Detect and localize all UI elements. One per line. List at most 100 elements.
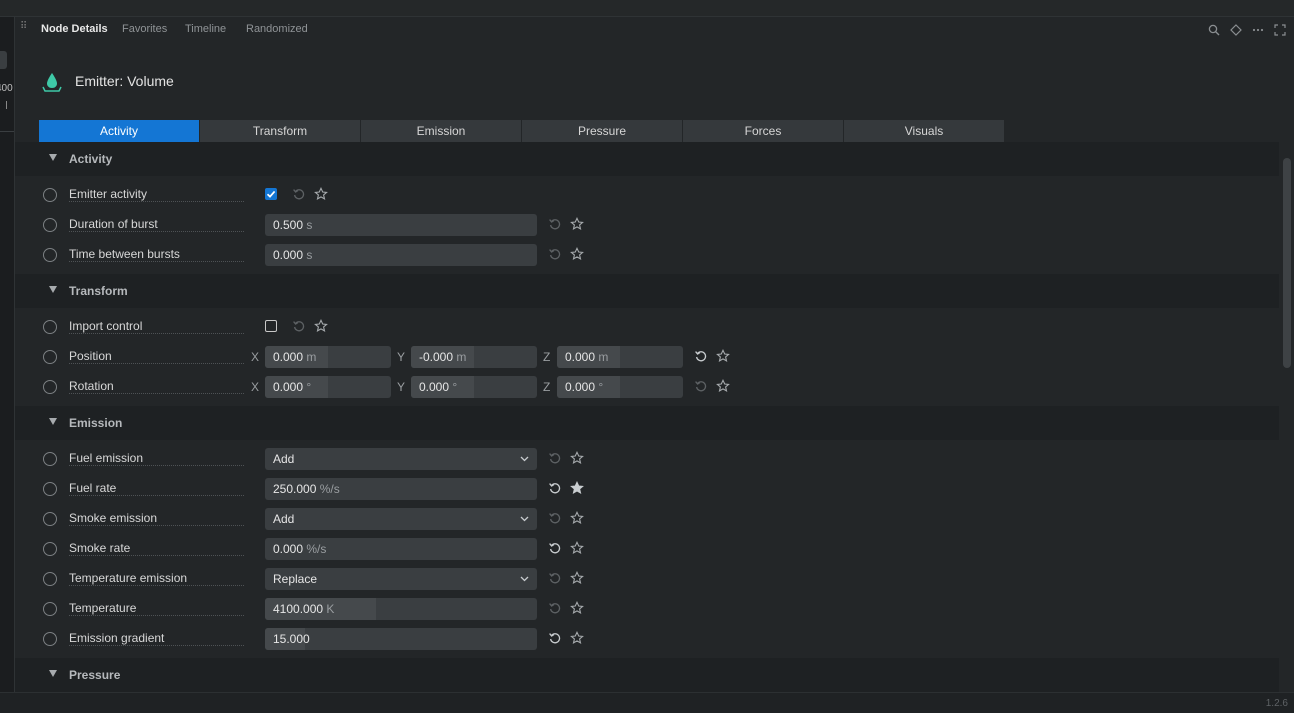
rotation-y-input[interactable]: 0.000 ° (411, 376, 537, 398)
keyframe-radio[interactable] (43, 350, 57, 364)
rotation-z-input[interactable]: 0.000 ° (557, 376, 683, 398)
dock-divider (0, 131, 14, 132)
property-row-position: Position X 0.000 m Y -0.000 m Z 0.000 m (15, 342, 1279, 372)
position-y-input[interactable]: -0.000 m (411, 346, 537, 368)
reset-icon[interactable] (548, 601, 562, 615)
reset-icon[interactable] (292, 319, 306, 333)
section-title: Pressure (69, 668, 121, 682)
rotation-x-input[interactable]: 0.000 ° (265, 376, 391, 398)
favorite-star-icon[interactable] (716, 349, 730, 363)
chevron-down-icon (520, 516, 529, 522)
keyframe-radio[interactable] (43, 320, 57, 334)
keyframe-diamond-icon[interactable] (1228, 22, 1244, 38)
reset-icon[interactable] (548, 217, 562, 231)
tab-pressure[interactable]: Pressure (522, 120, 682, 142)
keyframe-radio[interactable] (43, 602, 57, 616)
window-top-strip (0, 0, 1294, 17)
dock-value-fragment: 400 (0, 83, 13, 94)
section-header-activity[interactable]: Activity (15, 142, 1279, 176)
keyframe-radio[interactable] (43, 452, 57, 466)
import-control-checkbox[interactable] (265, 320, 277, 332)
panel-tab-timeline[interactable]: Timeline (185, 23, 226, 35)
node-title: Emitter: Volume (75, 73, 174, 89)
tab-activity[interactable]: Activity (39, 120, 199, 142)
scrollbar-thumb[interactable] (1283, 158, 1291, 368)
property-label: Import control (69, 319, 244, 334)
maximize-icon[interactable] (1272, 22, 1288, 38)
duration-of-burst-input[interactable]: 0.500 s (265, 214, 537, 236)
property-row-time-between-bursts: Time between bursts 0.000 s (15, 240, 1279, 270)
property-label: Fuel emission (69, 451, 244, 466)
keyframe-radio[interactable] (43, 512, 57, 526)
fuel-rate-input[interactable]: 250.000 %/s (265, 478, 537, 500)
favorite-star-icon[interactable] (570, 451, 584, 465)
panel-tab-node-details[interactable]: Node Details (41, 23, 108, 35)
keyframe-radio[interactable] (43, 572, 57, 586)
favorite-star-icon[interactable] (570, 571, 584, 585)
property-label: Fuel rate (69, 481, 244, 496)
section-header-transform[interactable]: Transform (15, 274, 1279, 308)
keyframe-radio[interactable] (43, 380, 57, 394)
property-row-smoke-rate: Smoke rate 0.000 %/s (15, 534, 1279, 564)
keyframe-radio[interactable] (43, 248, 57, 262)
reset-icon[interactable] (548, 247, 562, 261)
reset-icon[interactable] (548, 511, 562, 525)
reset-icon[interactable] (548, 631, 562, 645)
reset-icon[interactable] (548, 541, 562, 555)
position-x-input[interactable]: 0.000 m (265, 346, 391, 368)
reset-icon[interactable] (548, 451, 562, 465)
tab-transform[interactable]: Transform (200, 120, 360, 142)
smoke-emission-select[interactable]: Add (265, 508, 537, 530)
temperature-emission-select[interactable]: Replace (265, 568, 537, 590)
property-row-emitter-activity: Emitter activity (15, 180, 1279, 210)
chevron-down-icon (520, 576, 529, 582)
panel-tab-favorites[interactable]: Favorites (122, 23, 167, 35)
collapse-triangle-icon[interactable] (49, 418, 57, 425)
property-label: Time between bursts (69, 247, 244, 262)
reset-icon[interactable] (292, 187, 306, 201)
keyframe-radio[interactable] (43, 482, 57, 496)
time-between-bursts-input[interactable]: 0.000 s (265, 244, 537, 266)
emission-gradient-input[interactable]: 15.000 (265, 628, 537, 650)
fuel-emission-select[interactable]: Add (265, 448, 537, 470)
collapse-triangle-icon[interactable] (49, 670, 57, 677)
panel-toolbar (1206, 22, 1288, 38)
property-row-temperature: Temperature 4100.000 K (15, 594, 1279, 624)
favorite-star-icon[interactable] (570, 541, 584, 555)
tab-emission[interactable]: Emission (361, 120, 521, 142)
keyframe-radio[interactable] (43, 632, 57, 646)
smoke-rate-input[interactable]: 0.000 %/s (265, 538, 537, 560)
favorite-star-icon[interactable] (314, 187, 328, 201)
favorite-star-icon[interactable] (570, 631, 584, 645)
axis-label-x: X (251, 350, 260, 364)
collapse-triangle-icon[interactable] (49, 286, 57, 293)
search-icon[interactable] (1206, 22, 1222, 38)
keyframe-radio[interactable] (43, 218, 57, 232)
reset-icon[interactable] (694, 379, 708, 393)
reset-icon[interactable] (548, 481, 562, 495)
dock-collapse-handle[interactable] (0, 51, 7, 69)
tab-forces[interactable]: Forces (683, 120, 843, 142)
tab-visuals[interactable]: Visuals (844, 120, 1004, 142)
drag-grip-icon[interactable]: ⠿ (20, 22, 28, 36)
favorite-star-icon[interactable] (314, 319, 328, 333)
position-z-input[interactable]: 0.000 m (557, 346, 683, 368)
favorite-star-icon[interactable] (570, 247, 584, 261)
panel-tab-randomized[interactable]: Randomized (246, 23, 308, 35)
section-header-pressure[interactable]: Pressure (15, 658, 1279, 692)
keyframe-radio[interactable] (43, 542, 57, 556)
reset-icon[interactable] (548, 571, 562, 585)
favorite-star-icon[interactable] (570, 601, 584, 615)
collapse-triangle-icon[interactable] (49, 154, 57, 161)
favorite-star-icon[interactable] (570, 217, 584, 231)
emitter-activity-checkbox[interactable] (265, 188, 277, 200)
favorite-star-icon[interactable] (716, 379, 730, 393)
keyframe-radio[interactable] (43, 188, 57, 202)
more-options-icon[interactable] (1250, 22, 1266, 38)
favorite-star-filled-icon[interactable] (570, 481, 584, 495)
section-header-emission[interactable]: Emission (15, 406, 1279, 440)
reset-icon[interactable] (694, 349, 708, 363)
temperature-input[interactable]: 4100.000 K (265, 598, 537, 620)
vertical-scrollbar[interactable] (1280, 142, 1294, 692)
favorite-star-icon[interactable] (570, 511, 584, 525)
